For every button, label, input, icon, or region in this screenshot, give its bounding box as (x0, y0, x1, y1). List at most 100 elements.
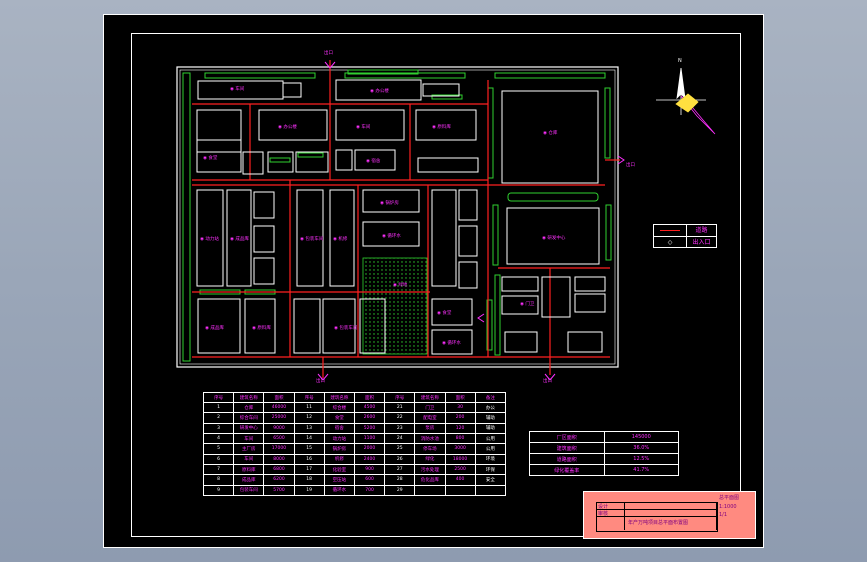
table-cell: 2500 (444, 463, 476, 476)
table-cell: 17 (293, 463, 325, 476)
table-cell: 3 (202, 422, 235, 435)
table-cell: 动力站 (323, 432, 355, 445)
table-cell: 成品库 (233, 474, 265, 486)
table-cell: 原料库 (233, 463, 265, 476)
table-cell: 辅助 (474, 412, 507, 424)
table-cell: 5 (202, 443, 235, 455)
table-cell: 6800 (263, 463, 295, 476)
building-label: ◉ 宿舍 (366, 159, 381, 164)
building-label: ◉ 锅炉房 (380, 201, 399, 206)
building-label: ◉ 原料库 (252, 326, 271, 331)
entrance-diamond-icon: ◇ (667, 239, 673, 246)
building-label: ◉ 包装车间 (334, 326, 358, 331)
entrance-label: 出口 (316, 379, 325, 384)
drawing-title: 年产万吨项目总平面布置图 (628, 520, 689, 526)
table-cell: 30 (444, 401, 476, 414)
summary-row: 绿化覆盖率 41.7% (529, 464, 679, 476)
table-cell: 办公 (474, 401, 507, 414)
building-label: ◉ 机修 (333, 237, 348, 242)
summary-label: 厂区面积 (529, 431, 605, 443)
table-cell: 11 (293, 401, 325, 414)
entrance-label: 出口 (324, 51, 333, 56)
building-label: ◉ 办公楼 (278, 125, 297, 130)
table-cell: 5200 (353, 422, 386, 435)
building-label: ◉ 成品库 (205, 326, 224, 331)
table-header-cell: 建筑名称 (323, 392, 355, 403)
summary-label: 建筑面积 (529, 442, 605, 454)
table-cell: 9000 (263, 422, 295, 435)
legend-label-road: 道路 (695, 227, 708, 234)
table-cell: 车间 (233, 453, 265, 465)
summary-value: 36.0% (603, 442, 679, 454)
table-row: 2 综合车间 25000 12 食堂 2600 22 配电室 200 辅助 (202, 412, 507, 424)
title-checker: 审核 (598, 511, 609, 517)
summary-label: 道路面积 (529, 453, 605, 465)
entrance-label: 出口 (543, 379, 552, 384)
table-cell: 13 (293, 422, 325, 435)
table-cell: 配电室 (414, 412, 446, 424)
building-label: ◉ 食堂 (437, 311, 452, 316)
building-label: ◉ 仓库 (543, 131, 558, 136)
central-green (362, 257, 428, 355)
table-header-cell: 备注 (474, 392, 507, 403)
summary-row: 厂区面积 145000 (529, 431, 679, 443)
table-cell: 700 (353, 484, 386, 497)
table-cell: 公用 (474, 443, 507, 455)
table-cell: 4 (202, 432, 235, 445)
table-cell: 6200 (263, 474, 295, 486)
table-cell: 2000 (353, 443, 386, 455)
table-cell: 46000 (263, 401, 295, 414)
table-cell: 研发中心 (233, 422, 265, 435)
table-cell: 14 (293, 432, 325, 445)
table-cell: 环保 (474, 463, 507, 476)
table-cell: 800 (444, 432, 476, 445)
table-cell: 23 (384, 422, 416, 435)
table-cell: 7 (202, 463, 235, 476)
table-cell: 3000 (444, 443, 476, 455)
table-cell: 包装车间 (233, 484, 265, 497)
table-cell: 200 (444, 412, 476, 424)
building-label: ◉ 包装车间 (300, 237, 324, 242)
building-label: ◉ 循环水 (382, 234, 401, 239)
table-cell: 120 (444, 422, 476, 435)
table-cell: 机修 (323, 453, 355, 465)
table-cell: 29 (384, 484, 416, 497)
table-cell (414, 484, 446, 497)
table-cell: 24 (384, 432, 416, 445)
table-cell: 25000 (263, 412, 295, 424)
table-cell: 锅炉房 (323, 443, 355, 455)
title-block: 总平面图 1:1000 1/1 设计 审核 年产万吨项目总平面布置图 (583, 491, 756, 539)
building-schedule-table: 序号 建筑名称 面积 序号 建筑名称 面积 序号 建筑名称 面积 备注 1 仓库 46000 11 综合楼… (202, 392, 507, 497)
table-cell: 16 (293, 453, 325, 465)
table-cell: 综合车间 (233, 412, 265, 424)
table-cell: 17000 (263, 443, 295, 455)
table-cell: 600 (353, 474, 386, 486)
title-sheet: 1/1 (719, 512, 728, 518)
table-cell: 化验室 (323, 463, 355, 476)
table-cell (474, 484, 507, 497)
table-header-cell: 面积 (263, 392, 295, 403)
table-cell: 21 (384, 401, 416, 414)
table-cell: 主厂房 (233, 443, 265, 455)
table-row: 7 原料库 6800 17 化验室 900 27 污水处理 2500 环保 (202, 463, 507, 476)
table-row: 5 主厂房 17000 15 锅炉房 2000 25 停车场 3000 公用 (202, 443, 507, 455)
table-cell: 绿化 (414, 453, 446, 465)
table-cell: 18 (293, 474, 325, 486)
entrance-label: 出口 (626, 163, 635, 168)
table-cell: 空压站 (323, 474, 355, 486)
table-cell: 22 (384, 412, 416, 424)
table-cell: 泵房 (414, 422, 446, 435)
table-cell: 400 (444, 474, 476, 486)
table-header-cell: 序号 (293, 392, 325, 403)
table-cell (444, 484, 476, 497)
summary-row: 建筑面积 36.0% (529, 442, 679, 454)
table-cell: 18000 (444, 453, 476, 465)
table-row: 6 车间 8000 16 机修 2400 26 绿化 18000 环境 (202, 453, 507, 465)
table-row: 8 成品库 6200 18 空压站 600 28 危化品库 400 安全 (202, 474, 507, 486)
legend-row: ◇ 出入口 (654, 237, 716, 248)
table-cell: 2400 (353, 453, 386, 465)
title-project: 总平面图 (719, 495, 740, 501)
table-cell: 6 (202, 453, 235, 465)
table-cell: 停车场 (414, 443, 446, 455)
building-label: ◉ 研发中心 (542, 236, 566, 241)
